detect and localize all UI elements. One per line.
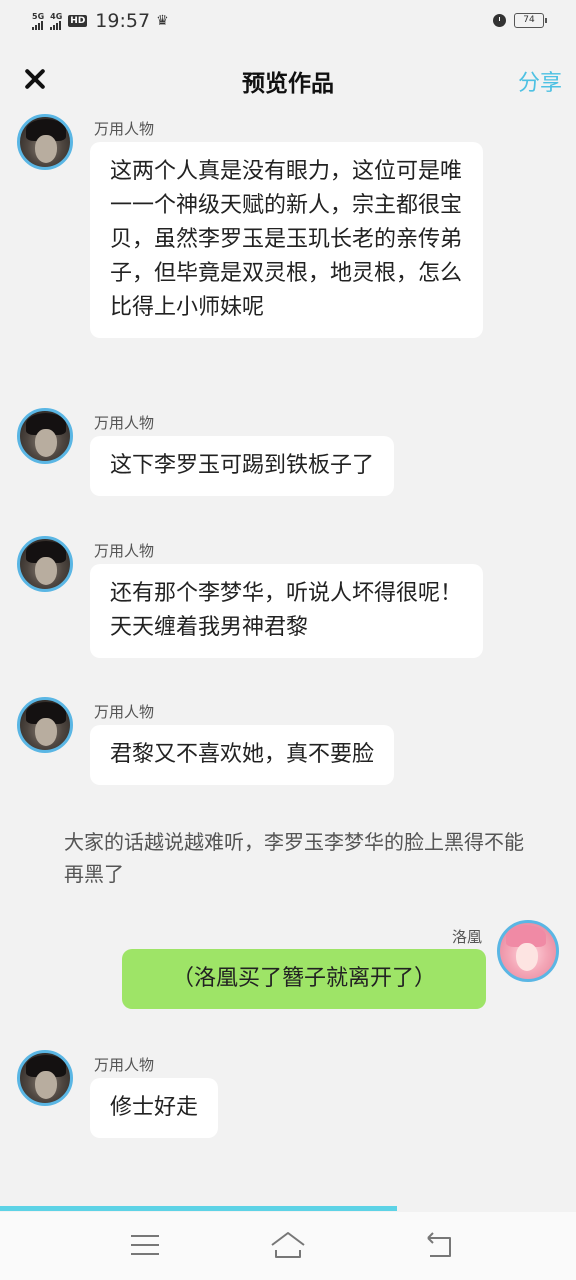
sender-name: 万用人物 bbox=[94, 414, 155, 432]
page-title: 预览作品 bbox=[242, 71, 334, 97]
avatar[interactable] bbox=[17, 408, 73, 464]
chat-message: 万用人物 君黎又不喜欢她，真不要脸 bbox=[0, 695, 576, 790]
sender-name: 洛凰 bbox=[451, 928, 482, 946]
hd-voice-icon: HD bbox=[68, 15, 88, 27]
avatar-self[interactable] bbox=[497, 920, 559, 982]
chat-message: 万用人物 这下李罗玉可踢到铁板子了 bbox=[0, 406, 576, 501]
menu-icon[interactable] bbox=[131, 1235, 159, 1257]
battery-icon: 74 bbox=[514, 13, 547, 28]
home-icon[interactable] bbox=[270, 1230, 306, 1260]
chat-message: 万用人物 这两个人真是没有眼力，这位可是唯一一个神级天赋的新人，宗主都很宝贝，虽… bbox=[0, 110, 576, 380]
message-bubble[interactable]: 君黎又不喜欢她，真不要脸 bbox=[90, 725, 395, 785]
message-bubble[interactable]: 还有那个李梦华，听说人坏得很呢！天天缠着我男神君黎 bbox=[90, 564, 483, 658]
crown-icon: ♛ bbox=[156, 13, 169, 29]
sender-name: 万用人物 bbox=[94, 703, 155, 721]
avatar[interactable] bbox=[17, 1050, 73, 1106]
avatar[interactable] bbox=[17, 536, 73, 592]
chat-message-self: 洛凰 （洛凰买了簪子就离开了） bbox=[0, 918, 576, 1018]
alarm-icon bbox=[493, 14, 506, 27]
chat-area[interactable]: 万用人物 这两个人真是没有眼力，这位可是唯一一个神级天赋的新人，宗主都很宝贝，虽… bbox=[0, 110, 576, 1208]
network-type-2: 4G bbox=[50, 12, 63, 21]
system-nav-bar bbox=[0, 1212, 576, 1280]
share-button[interactable]: 分享 bbox=[518, 65, 562, 97]
status-right: 74 bbox=[493, 13, 547, 28]
message-bubble[interactable]: 这下李罗玉可踢到铁板子了 bbox=[90, 436, 395, 496]
avatar[interactable] bbox=[17, 114, 73, 170]
avatar[interactable] bbox=[17, 697, 73, 753]
network-type-1: 5G bbox=[32, 12, 45, 21]
message-bubble[interactable]: （洛凰买了簪子就离开了） bbox=[122, 949, 486, 1009]
status-bar: 5G 4G HD 19:57 ♛ 74 bbox=[0, 0, 576, 44]
signal-4g-icon: 4G bbox=[50, 12, 62, 30]
chat-message: 万用人物 修士好走 bbox=[0, 1048, 576, 1148]
signal-5g-icon: 5G bbox=[32, 12, 44, 30]
battery-level: 74 bbox=[523, 15, 535, 25]
progress-fill bbox=[0, 1206, 398, 1211]
sender-name: 万用人物 bbox=[94, 120, 155, 138]
chat-message: 万用人物 还有那个李梦华，听说人坏得很呢！天天缠着我男神君黎 bbox=[0, 534, 576, 664]
message-bubble[interactable]: 修士好走 bbox=[90, 1078, 219, 1138]
message-bubble[interactable]: 这两个人真是没有眼力，这位可是唯一一个神级天赋的新人，宗主都很宝贝，虽然李罗玉是… bbox=[90, 142, 483, 338]
sender-name: 万用人物 bbox=[94, 542, 155, 560]
playback-progress-bar[interactable] bbox=[0, 1206, 576, 1211]
narration-text: 大家的话越说越难听，李罗玉李梦华的脸上黑得不能再黑了 bbox=[64, 830, 524, 886]
app-header: 预览作品 分享 bbox=[0, 50, 576, 110]
status-left: 5G 4G HD 19:57 ♛ bbox=[32, 10, 169, 32]
back-icon[interactable] bbox=[424, 1232, 454, 1260]
sender-name: 万用人物 bbox=[94, 1056, 155, 1074]
clock-time: 19:57 bbox=[95, 10, 151, 32]
